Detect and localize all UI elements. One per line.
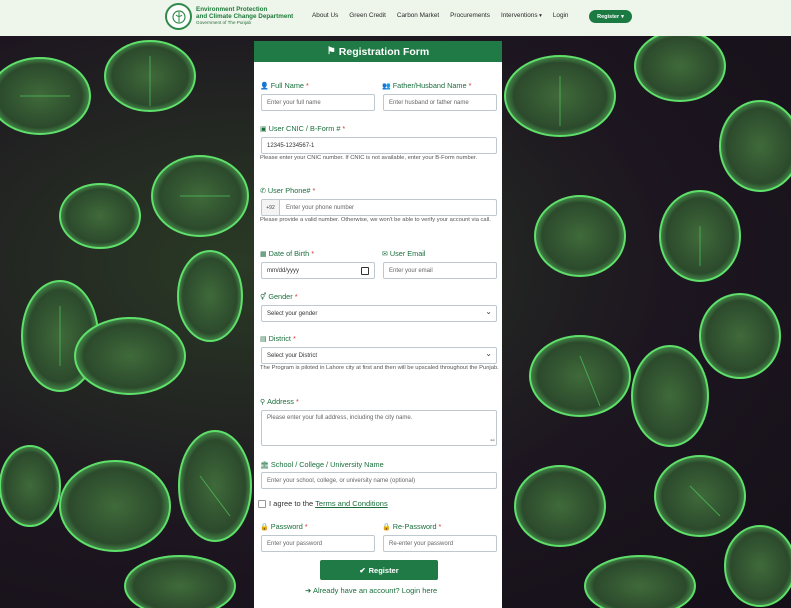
password-input[interactable]: Enter your password	[261, 535, 375, 552]
dob-label: ▦ Date of Birth *	[260, 249, 315, 258]
envelope-icon: ✉	[382, 251, 388, 258]
password-label: 🔒 Password *	[260, 522, 308, 531]
university-icon: 🏛	[260, 462, 269, 469]
phone-placeholder: Enter your phone number	[286, 204, 355, 211]
father-name-input[interactable]: Enter husband or father name	[383, 94, 497, 111]
top-navbar: Environment Protection and Climate Chang…	[0, 0, 791, 36]
school-input[interactable]: Enter your school, college, or universit…	[261, 472, 497, 489]
repassword-label: 🔒 Re-Password *	[382, 522, 442, 531]
check-circle-icon: ✔	[359, 565, 366, 575]
gender-label: ⚥ Gender *	[260, 292, 298, 301]
dob-input[interactable]: mm/dd/yyyy	[261, 262, 375, 279]
sign-in-icon: ➜	[305, 586, 312, 595]
form-title: Registration Form	[338, 45, 430, 58]
date-picker-icon[interactable]	[361, 267, 369, 275]
district-help-text: The Program is piloted in Lahore city at…	[260, 365, 499, 371]
full-name-input[interactable]: Enter your full name	[261, 94, 375, 111]
father-name-label: 👥 Father/Husband Name *	[382, 81, 472, 90]
gender-selected-value: Select your gender	[267, 310, 318, 317]
chevron-down-icon: ▾	[621, 13, 624, 20]
phone-label: ✆ User Phone# *	[260, 186, 316, 195]
repassword-input[interactable]: Re-enter your password	[383, 535, 497, 552]
terms-checkbox[interactable]	[258, 500, 266, 508]
register-dropdown-button[interactable]: Register ▾	[589, 10, 632, 23]
login-link[interactable]: ➜ Already have an account? Login here	[305, 586, 437, 595]
district-selected-value: Select your District	[267, 352, 318, 359]
gender-select[interactable]: Select your gender	[261, 305, 497, 322]
users-icon: 👥	[382, 83, 391, 90]
cnic-label: ▣ User CNIC / B-Form # *	[260, 124, 346, 133]
submit-label: Register	[368, 565, 399, 575]
main-nav: About Us Green Credit Carbon Market Proc…	[312, 12, 579, 19]
lock-icon: 🔒	[382, 524, 391, 531]
id-card-icon: ▣	[260, 126, 267, 133]
register-button-label: Register	[597, 13, 620, 20]
flag-icon: ⚑	[326, 46, 336, 57]
district-label: ▤ District *	[260, 334, 296, 343]
building-icon: ▤	[260, 336, 267, 343]
nav-procurements[interactable]: Procurements	[450, 12, 490, 19]
full-name-label: 👤 Full Name *	[260, 81, 309, 90]
cnic-help-text: Please enter your CNIC number. If CNIC i…	[260, 155, 478, 161]
nav-carbon-market[interactable]: Carbon Market	[397, 12, 439, 19]
lock-icon: 🔒	[260, 524, 269, 531]
logo-title-line2: and Climate Change Department	[196, 12, 294, 20]
calendar-icon: ▦	[260, 251, 267, 258]
nav-green-credit[interactable]: Green Credit	[349, 12, 386, 19]
phone-help-text: Please provide a valid number. Otherwise…	[260, 217, 491, 223]
nav-about-us[interactable]: About Us	[312, 12, 338, 19]
phone-icon: ✆	[260, 188, 266, 195]
phone-input[interactable]: +92 Enter your phone number	[261, 199, 497, 216]
form-header: ⚑ Registration Form	[254, 41, 502, 62]
school-label: 🏛 School / College / University Name	[260, 460, 384, 469]
map-marker-icon: ⚲	[260, 399, 266, 406]
nav-login[interactable]: Login	[553, 12, 569, 19]
district-select[interactable]: Select your District	[261, 347, 497, 364]
cnic-input[interactable]: 12345-1234567-1	[261, 137, 497, 154]
register-submit-button[interactable]: ✔ Register	[320, 560, 438, 580]
logo-subtitle: Government of The Punjab	[196, 20, 252, 26]
terms-agreement: I agree to the Terms and Conditions	[269, 499, 388, 508]
agree-text: I agree to the	[269, 499, 314, 508]
nav-interventions[interactable]: Interventions	[501, 12, 542, 19]
address-placeholder: Please enter your full address, includin…	[267, 415, 413, 421]
phone-prefix: +92	[262, 200, 280, 215]
login-link-text: Already have an account? Login here	[312, 586, 438, 595]
terms-link[interactable]: Terms and Conditions	[315, 499, 388, 508]
address-textarea[interactable]: Please enter your full address, includin…	[261, 410, 497, 446]
user-icon: 👤	[260, 83, 269, 90]
department-logo[interactable]: Environment Protection and Climate Chang…	[165, 3, 293, 30]
dob-placeholder: mm/dd/yyyy	[267, 267, 300, 274]
address-label: ⚲ Address *	[260, 397, 299, 406]
email-input[interactable]: Enter your email	[383, 262, 497, 279]
email-label: ✉ User Email	[382, 249, 426, 258]
gender-icon: ⚥	[260, 294, 267, 301]
emblem-icon	[165, 3, 192, 30]
resize-handle-icon[interactable]: ⇿	[490, 437, 495, 444]
